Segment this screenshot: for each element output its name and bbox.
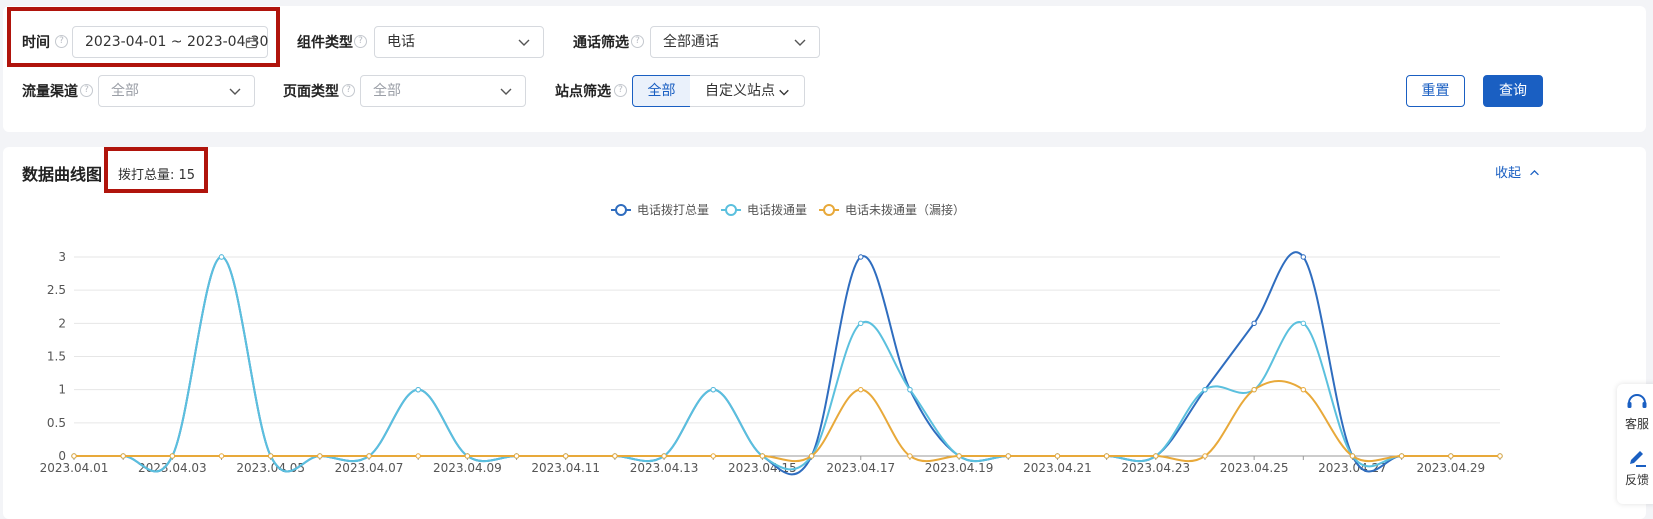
call-filter-select[interactable]: 全部通话	[650, 26, 820, 58]
headset-icon	[1627, 394, 1647, 408]
traffic-channel-placeholder: 全部	[111, 83, 139, 99]
site-filter-label: 站点筛选	[555, 84, 611, 100]
chevron-down-icon	[500, 88, 512, 95]
chevron-down-icon	[518, 39, 530, 46]
filter-panel: 时间 ? 2023-04-01 ~ 2023-04-30 组件类型 ? 电话 通…	[3, 6, 1646, 132]
site-filter-custom-option[interactable]: 自定义站点	[690, 75, 805, 107]
chevron-down-icon	[779, 89, 789, 96]
site-filter-help-icon[interactable]: ?	[614, 84, 627, 97]
traffic-channel-help-icon[interactable]: ?	[80, 84, 93, 97]
page-type-select[interactable]: 全部	[360, 75, 526, 107]
call-filter-value: 全部通话	[663, 34, 719, 50]
traffic-channel-select[interactable]: 全部	[98, 75, 255, 107]
query-button[interactable]: 查询	[1483, 75, 1543, 107]
chevron-up-icon	[1530, 170, 1540, 176]
call-filter-label: 通话筛选	[573, 35, 629, 51]
collapse-toggle[interactable]: 收起	[1495, 162, 1540, 181]
page-type-help-icon[interactable]: ?	[342, 84, 355, 97]
component-type-label: 组件类型	[297, 35, 353, 51]
collapse-label: 收起	[1495, 166, 1522, 181]
chevron-down-icon	[794, 39, 806, 46]
pen-edit-icon	[1630, 451, 1646, 467]
feedback-label: 反馈	[1624, 473, 1649, 487]
customer-service-label: 客服	[1624, 417, 1649, 431]
reset-button[interactable]: 重置	[1406, 75, 1465, 107]
site-filter-custom-label: 自定义站点	[705, 83, 775, 99]
call-filter-help-icon[interactable]: ?	[631, 35, 644, 48]
page-type-placeholder: 全部	[373, 83, 401, 99]
traffic-channel-label: 流量渠道	[22, 84, 78, 100]
chart-title: 数据曲线图	[22, 165, 103, 184]
customer-service-button[interactable]: 客服	[1617, 392, 1653, 432]
component-type-select[interactable]: 电话	[374, 26, 544, 58]
highlight-frame-total	[104, 147, 208, 193]
component-type-help-icon[interactable]: ?	[354, 35, 367, 48]
component-type-value: 电话	[387, 34, 415, 50]
chevron-down-icon	[229, 88, 241, 95]
chart-panel: 数据曲线图 拨打总量: 15 收起	[3, 147, 1646, 519]
side-service-widget: 客服 反馈	[1617, 384, 1653, 504]
feedback-button[interactable]: 反馈	[1617, 448, 1653, 488]
highlight-frame-time	[7, 7, 280, 67]
site-filter-all-option[interactable]: 全部	[632, 75, 691, 107]
page-type-label: 页面类型	[283, 84, 339, 100]
